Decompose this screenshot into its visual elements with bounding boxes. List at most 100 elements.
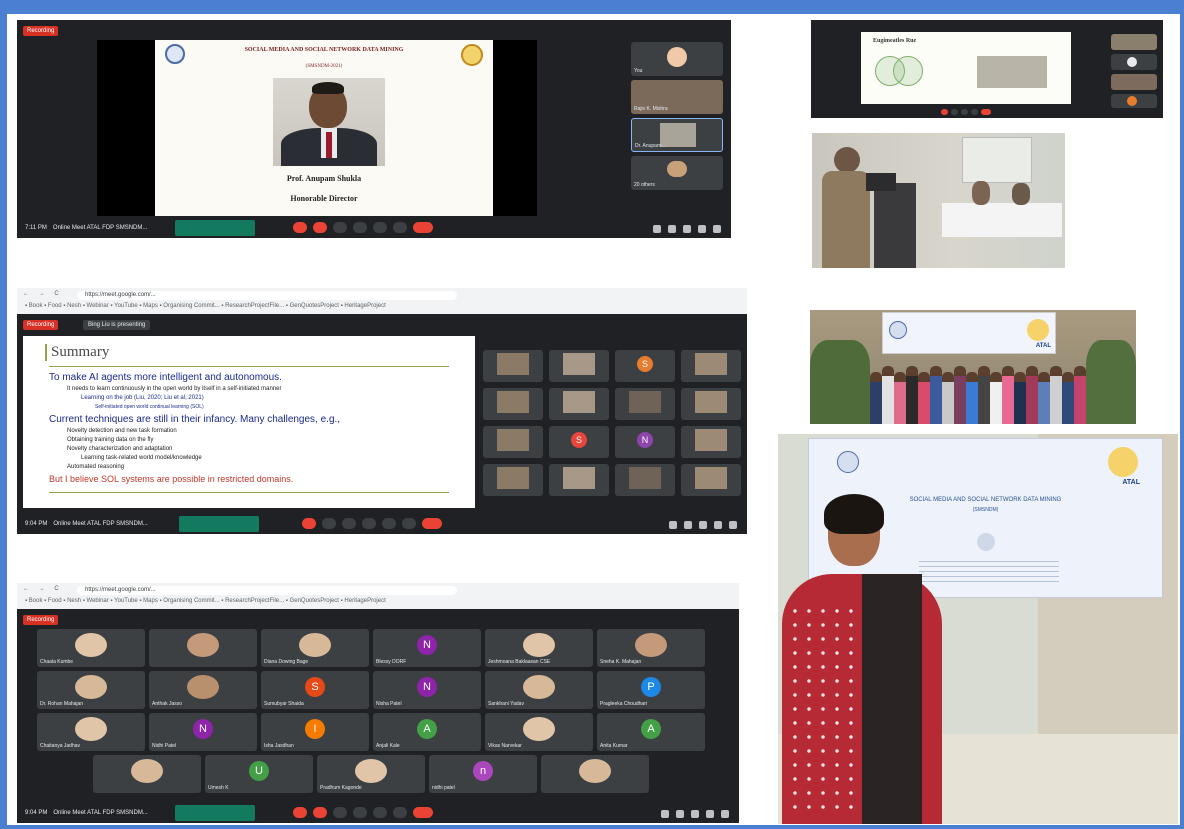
participant-tile[interactable] (483, 350, 543, 382)
participant-tile[interactable]: U Umesh K (205, 755, 313, 793)
participant-tile[interactable]: Chaala Kumbe (37, 629, 145, 667)
captions-button[interactable] (333, 222, 347, 233)
captions-button[interactable] (342, 518, 356, 529)
participant-tile[interactable] (1111, 94, 1157, 108)
more-options-button[interactable] (393, 807, 407, 818)
banner-logo-left (889, 321, 907, 339)
participant-tile[interactable]: I Isha Jasdhan (261, 713, 369, 751)
participant-tile[interactable] (1111, 74, 1157, 90)
present-button[interactable] (373, 222, 387, 233)
address-bar[interactable]: https://meet.google.com/... (77, 586, 457, 595)
address-bar[interactable]: https://meet.google.com/... (77, 291, 457, 300)
activities-icon[interactable] (698, 225, 706, 233)
raise-hand-button[interactable] (362, 518, 376, 529)
participant-tile[interactable] (681, 350, 741, 382)
present-button[interactable] (382, 518, 396, 529)
participant-tile[interactable]: Sneha K. Mahajan (597, 629, 705, 667)
camera-off-button[interactable] (313, 807, 327, 818)
people-icon[interactable] (684, 521, 692, 529)
poster-atal: ATAL (1122, 479, 1140, 486)
participant-tile[interactable]: N (615, 426, 675, 458)
end-call-button[interactable] (413, 222, 433, 233)
raise-hand-button[interactable] (353, 222, 367, 233)
participant-tile[interactable]: Sankhani Yadav (485, 671, 593, 709)
participant-tile[interactable]: P Pragleeka Choudhari (597, 671, 705, 709)
mic-off-button[interactable] (293, 222, 307, 233)
info-icon[interactable] (653, 225, 661, 233)
chat-icon[interactable] (699, 521, 707, 529)
participant-tile[interactable] (549, 350, 609, 382)
info-icon[interactable] (661, 810, 669, 818)
present-button[interactable] (971, 109, 978, 115)
participant-tile[interactable] (681, 464, 741, 496)
participant-tile[interactable] (1111, 34, 1157, 50)
people-icon[interactable] (668, 225, 676, 233)
participant-tile[interactable]: Diana Dowing Bage (261, 629, 369, 667)
camera-off-button[interactable] (313, 222, 327, 233)
mic-off-button[interactable] (293, 807, 307, 818)
participant-tile[interactable]: n nidhi patel (429, 755, 537, 793)
end-call-button[interactable] (422, 518, 442, 529)
end-call-button[interactable] (981, 109, 991, 115)
mic-off-button[interactable] (302, 518, 316, 529)
participant-tile[interactable]: You (631, 42, 723, 76)
participant-tile[interactable]: A Anita Kumar (597, 713, 705, 751)
video-feed (299, 633, 331, 657)
others-tile[interactable]: 20 others (631, 156, 723, 190)
activities-icon[interactable] (714, 521, 722, 529)
participant-tile[interactable] (541, 755, 649, 793)
participant-tile[interactable]: Pradhum Kagonde (317, 755, 425, 793)
meet-window-talk: Recording Bing Liu is presenting Summary… (17, 314, 747, 534)
participant-tile[interactable]: N Nisha Patel (373, 671, 481, 709)
participant-tile[interactable]: Rajiv K. Mishra (631, 80, 723, 114)
camera-button[interactable] (951, 109, 958, 115)
chat-icon[interactable] (683, 225, 691, 233)
participant-tile[interactable] (483, 426, 543, 458)
participant-tile[interactable]: S Sumubyar Shaida (261, 671, 369, 709)
participant-tile[interactable] (1111, 54, 1157, 70)
participant-tile[interactable]: S (615, 350, 675, 382)
participant-tile[interactable]: Dr. Rohan Mahajan (37, 671, 145, 709)
participant-tile[interactable]: A Anjali Kale (373, 713, 481, 751)
video-feed (695, 353, 727, 375)
participant-tile[interactable]: Anthak Jasso (149, 671, 257, 709)
bullet-5: Current techniques are still in their in… (49, 414, 341, 425)
participant-tile[interactable]: Vikas Narvekar (485, 713, 593, 751)
participant-tile[interactable]: Chaitanya Jadhav (37, 713, 145, 751)
info-icon[interactable] (669, 521, 677, 529)
captions-button[interactable] (333, 807, 347, 818)
host-controls-icon[interactable] (713, 225, 721, 233)
participant-tile[interactable] (615, 388, 675, 420)
participant-tile[interactable] (681, 388, 741, 420)
more-options-button[interactable] (402, 518, 416, 529)
mic-off-button[interactable] (941, 109, 948, 115)
present-button[interactable] (373, 807, 387, 818)
letter-avatar: N (637, 432, 653, 448)
participant-tile[interactable] (681, 426, 741, 458)
more-options-button[interactable] (393, 222, 407, 233)
participant-name: Sankhani Yadav (488, 701, 524, 707)
host-controls-icon[interactable] (729, 521, 737, 529)
participant-tile[interactable] (615, 464, 675, 496)
people-icon[interactable] (676, 810, 684, 818)
chat-icon[interactable] (691, 810, 699, 818)
camera-button[interactable] (322, 518, 336, 529)
participant-tile-active[interactable]: Dr. Anupam... (631, 118, 723, 152)
participant-tile[interactable]: N Blessy DORF (373, 629, 481, 667)
participant-tile[interactable]: S (549, 426, 609, 458)
participant-tile[interactable] (483, 388, 543, 420)
participant-tile[interactable] (149, 629, 257, 667)
participant-tile[interactable] (549, 388, 609, 420)
video-feed (497, 467, 529, 489)
participant-tile[interactable]: Jeshmoana Baklaasan CSE (485, 629, 593, 667)
bullet-9: Learning task-related world model/knowle… (81, 455, 202, 461)
end-call-button[interactable] (413, 807, 433, 818)
participant-tile[interactable] (93, 755, 201, 793)
participant-tile[interactable] (549, 464, 609, 496)
participant-tile[interactable]: N Nidhi Patel (149, 713, 257, 751)
host-controls-icon[interactable] (721, 810, 729, 818)
participant-tile[interactable] (483, 464, 543, 496)
raise-hand-button[interactable] (353, 807, 367, 818)
captions-button[interactable] (961, 109, 968, 115)
activities-icon[interactable] (706, 810, 714, 818)
